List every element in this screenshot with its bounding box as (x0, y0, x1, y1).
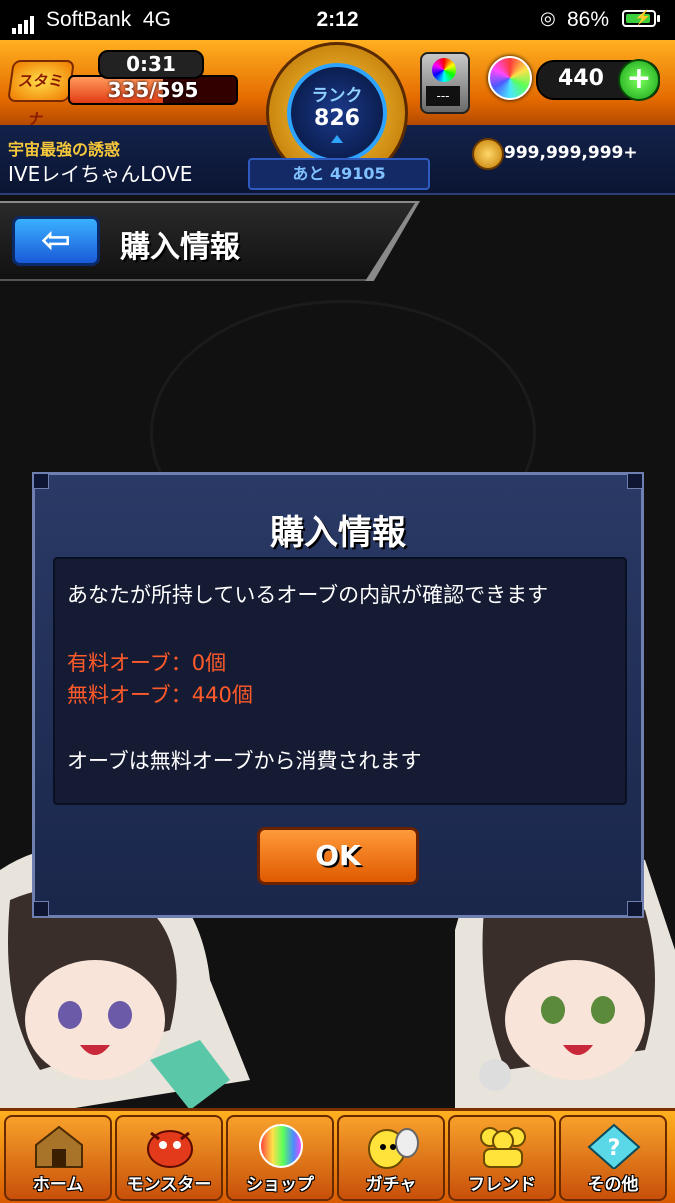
gauge-screen: --- (426, 86, 460, 106)
player-title: 宇宙最強の誘惑 (8, 140, 121, 159)
nav-friends-label: フレンド (468, 1175, 536, 1195)
stamina-label: スタミナ (7, 60, 75, 128)
stamina-timer: 0:31 (98, 50, 204, 79)
rotation-lock-icon: ◎ (540, 8, 556, 28)
stamina-bar: 335/595 (68, 75, 238, 105)
nav-shop-label: ショップ (246, 1175, 314, 1195)
back-button[interactable]: ⇦ (12, 216, 100, 266)
rank-arrow-icon (331, 135, 343, 143)
coin-icon (472, 138, 504, 170)
dialog-description: あなたが所持しているオーブの内訳が確認できます (67, 583, 549, 607)
friends-icon (480, 1127, 526, 1168)
free-orb-count: 無料オーブ：440個 (67, 683, 253, 707)
nav-home[interactable]: ホーム (4, 1115, 112, 1201)
dialog-title: 購入情報 (270, 513, 406, 553)
player-name: IVEレイちゃんLOVE (8, 162, 193, 186)
dialog-note: オーブは無料オーブから消費されます (67, 749, 422, 773)
orb-count: 440 + (536, 59, 660, 101)
nav-home-label: ホーム (32, 1175, 84, 1195)
nav-gacha[interactable]: ガチャ (337, 1115, 445, 1201)
dialog-content-panel: あなたが所持しているオーブの内訳が確認できます 有料オーブ：0個 無料オーブ：4… (53, 557, 627, 805)
egg-icon (368, 1128, 419, 1169)
status-bar: SoftBank 4G 2:12 ◎ 86% ⚡ (0, 0, 675, 40)
nav-other-label: その他 (587, 1175, 639, 1195)
nav-friends[interactable]: フレンド (448, 1115, 556, 1201)
orb-count-value: 440 (558, 66, 604, 91)
nav-monster-label: モンスター (126, 1175, 212, 1195)
svg-text:?: ? (608, 1136, 621, 1161)
paid-orb-count: 有料オーブ：0個 (67, 651, 227, 675)
back-arrow-icon: ⇦ (40, 220, 72, 261)
other-icon: ? (587, 1123, 641, 1169)
stamina-value: 335/595 (107, 78, 199, 102)
orb-gauge-icon[interactable]: --- (420, 52, 470, 114)
purchase-info-dialog: 購入情報 あなたが所持しているオーブの内訳が確認できます 有料オーブ：0個 無料… (32, 472, 644, 918)
orb-icon (259, 1124, 303, 1168)
ok-button[interactable]: OK (257, 827, 419, 885)
nav-shop[interactable]: ショップ (226, 1115, 334, 1201)
rank-label: ランク (311, 86, 363, 106)
rank-remaining: あと 49105 (248, 158, 430, 190)
nav-gacha-label: ガチャ (365, 1175, 417, 1195)
add-orb-button[interactable]: + (618, 59, 660, 101)
page-title: 購入情報 (120, 230, 240, 265)
coin-amount: 999,999,999+ (504, 143, 638, 163)
bottom-nav: ホーム モンスター ショップ ガチャ フレンド ? その他 (0, 1108, 675, 1203)
battery-icon: ⚡ (622, 9, 656, 27)
orb-icon (488, 56, 532, 100)
nav-monster[interactable]: モンスター (115, 1115, 223, 1201)
battery-percent: 86% (567, 8, 610, 31)
nav-other[interactable]: ? その他 (559, 1115, 667, 1201)
monster-icon (147, 1130, 193, 1168)
home-icon (35, 1125, 83, 1168)
rank-value: 826 (314, 106, 360, 131)
